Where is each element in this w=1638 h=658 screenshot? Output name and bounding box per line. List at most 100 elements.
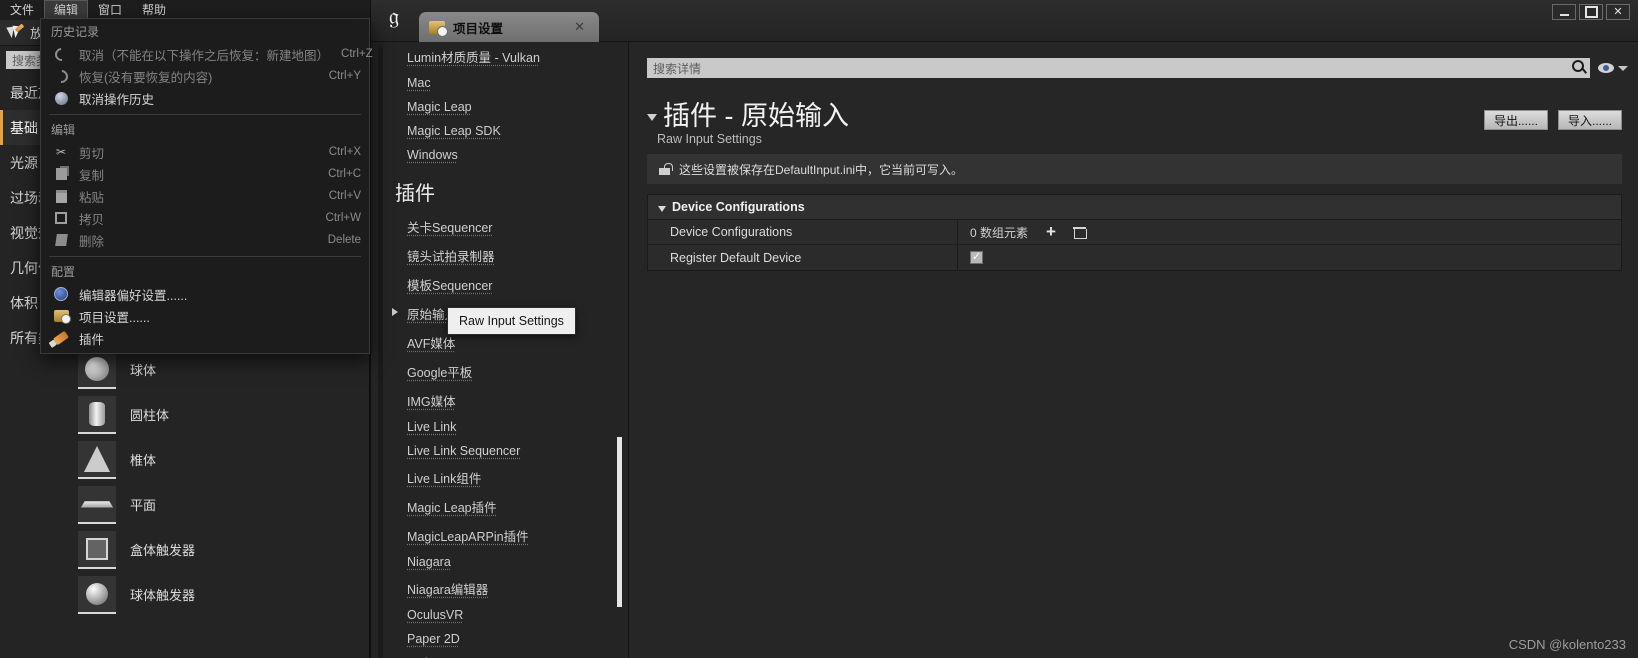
nav-item-niagara-editor[interactable]: Niagara编辑器 xyxy=(389,574,616,603)
property-category-header[interactable]: Device Configurations xyxy=(648,195,1621,220)
menu-item-redo[interactable]: 恢复(没有要恢复的内容) Ctrl+Y xyxy=(41,65,369,87)
close-button[interactable]: ✕ xyxy=(1606,4,1630,20)
menu-edit[interactable]: 编辑 xyxy=(44,0,89,20)
asset-label: 圆柱体 xyxy=(130,408,170,423)
details-search-row: 搜索详情 xyxy=(647,58,1628,78)
nav-item-magic-leap[interactable]: Magic Leap xyxy=(389,95,616,119)
nav-item-template-sequencer[interactable]: 模板Sequencer xyxy=(389,270,616,299)
close-icon[interactable]: ✕ xyxy=(568,19,591,35)
maximize-button[interactable] xyxy=(1579,4,1603,20)
nav-item-live-link-component[interactable]: Live Link组件 xyxy=(389,463,616,492)
menu-item-plugins[interactable]: 插件 xyxy=(41,327,369,349)
menu-item-label: 恢复(没有要恢复的内容) xyxy=(79,70,213,85)
menu-item-editor-preferences[interactable]: 编辑器偏好设置...... xyxy=(41,283,369,305)
page-title-label: 插件 - 原始输入 xyxy=(663,101,849,131)
asset-label: 平面 xyxy=(130,498,157,513)
chevron-down-icon xyxy=(1618,65,1628,71)
nav-item-google-tablet[interactable]: Google平板 xyxy=(389,357,616,386)
menu-window[interactable]: 窗口 xyxy=(88,0,132,20)
export-button[interactable]: 导出...... xyxy=(1483,110,1548,130)
sphere-trigger-thumbnail xyxy=(78,575,116,614)
chevron-down-icon xyxy=(658,206,666,212)
nav-item-level-sequencer[interactable]: 关卡Sequencer xyxy=(389,212,616,241)
nav-item-live-link[interactable]: Live Link xyxy=(389,415,616,439)
menu-section-edit: 编辑 xyxy=(51,123,76,137)
menu-item-shortcut: Ctrl+V xyxy=(328,190,361,202)
menu-item-undo-history[interactable]: 取消操作历史 xyxy=(41,87,369,109)
list-item[interactable]: 盒体触发器 xyxy=(70,527,369,572)
array-element-count: 0 数组元素 xyxy=(970,225,1029,240)
nav-item-take-recorder[interactable]: 镜头试拍录制器 xyxy=(389,241,616,270)
chevron-down-icon[interactable] xyxy=(647,114,657,121)
menu-item-undo[interactable]: 取消（不能在以下操作之后恢复：新建地图） Ctrl+Z xyxy=(41,43,373,65)
nav-item-mac[interactable]: Mac xyxy=(389,71,616,95)
menu-item-shortcut: Ctrl+W xyxy=(325,212,361,224)
menu-item-shortcut: Ctrl+X xyxy=(328,146,361,158)
cone-thumbnail xyxy=(78,440,116,479)
tab-project-settings[interactable]: 项目设置 ✕ xyxy=(419,12,599,42)
page-subtitle: Raw Input Settings xyxy=(657,132,762,146)
watermark: CSDN @kolento233 xyxy=(1508,637,1626,652)
add-element-icon[interactable]: + xyxy=(1046,223,1056,240)
nav-item-live-link-sequencer[interactable]: Live Link Sequencer xyxy=(389,439,616,463)
menu-section-configuration: 配置 xyxy=(51,265,76,279)
menu-item-duplicate[interactable]: 拷贝 Ctrl+W xyxy=(41,207,369,229)
properties-table: Device Configurations Device Configurati… xyxy=(647,194,1622,271)
menu-help[interactable]: 帮助 xyxy=(132,0,176,20)
import-button[interactable]: 导入...... xyxy=(1557,110,1622,130)
window-titlebar[interactable]: 𝔤 项目设置 ✕ ✕ xyxy=(371,0,1638,42)
duplicate-icon xyxy=(51,210,71,226)
nav-item-magicleaparpin-plugin[interactable]: MagicLeapARPin插件 xyxy=(389,521,616,550)
nav-scrollbar-track[interactable] xyxy=(378,42,383,658)
property-value-cell: ✓ xyxy=(958,245,1621,270)
menu-item-label: 取消操作历史 xyxy=(79,92,155,107)
register-default-device-checkbox[interactable]: ✓ xyxy=(970,251,983,264)
window-controls: ✕ xyxy=(1552,4,1630,20)
nav-item-paper-2d[interactable]: Paper 2D xyxy=(389,627,616,651)
nav-item-python[interactable]: Python xyxy=(389,651,616,658)
menu-item-delete[interactable]: 删除 Delete xyxy=(41,229,369,251)
menu-divider xyxy=(49,256,361,257)
nav-item-magic-leap-sdk[interactable]: Magic Leap SDK xyxy=(389,119,616,143)
tab-label: 项目设置 xyxy=(453,21,504,36)
asset-label: 盒体触发器 xyxy=(130,543,196,558)
nav-item-magic-leap-plugin[interactable]: Magic Leap插件 xyxy=(389,492,616,521)
editor-preferences-icon xyxy=(51,286,71,302)
menu-item-project-settings[interactable]: 项目设置...... xyxy=(41,305,369,327)
unlock-icon xyxy=(659,163,673,175)
eye-icon xyxy=(1598,63,1614,73)
chevron-right-icon[interactable] xyxy=(392,308,398,316)
list-item[interactable]: 平面 xyxy=(70,482,369,527)
asset-label: 椎体 xyxy=(130,453,157,468)
menu-item-label: 剪切 xyxy=(79,146,105,161)
delete-all-icon[interactable] xyxy=(1072,226,1087,239)
menu-item-copy[interactable]: 复制 Ctrl+C xyxy=(41,163,369,185)
redo-icon xyxy=(51,66,71,86)
minimize-button[interactable] xyxy=(1552,4,1576,20)
nav-item-windows[interactable]: Windows xyxy=(389,143,616,167)
nav-scrollbar-thumb[interactable] xyxy=(617,437,622,607)
nav-top-fade xyxy=(371,42,628,50)
table-row: Register Default Device ✓ xyxy=(648,245,1621,270)
menu-item-label: 删除 xyxy=(79,234,105,249)
nav-tooltip: Raw Input Settings xyxy=(447,307,576,335)
list-item[interactable]: 球体触发器 xyxy=(70,572,369,617)
nav-item-img-media[interactable]: IMG媒体 xyxy=(389,386,616,415)
menu-item-paste[interactable]: 粘贴 Ctrl+V xyxy=(41,185,369,207)
asset-label: 球体 xyxy=(130,363,157,378)
menu-file[interactable]: 文件 xyxy=(0,0,44,20)
menu-item-cut[interactable]: ✂ 剪切 Ctrl+X xyxy=(41,141,369,163)
property-category-label: Device Configurations xyxy=(672,200,805,214)
nav-item-niagara[interactable]: Niagara xyxy=(389,550,616,574)
settings-file-notice: 这些设置被保存在DefaultInput.ini中，它当前可写入。 xyxy=(647,154,1622,184)
project-settings-icon xyxy=(51,308,71,324)
details-search-input[interactable]: 搜索详情 xyxy=(647,58,1590,78)
list-item[interactable]: 圆柱体 xyxy=(70,392,369,437)
menu-item-shortcut: Ctrl+Y xyxy=(328,70,361,82)
nav-item-oculusvr[interactable]: OculusVR xyxy=(389,603,616,627)
menu-item-shortcut: Delete xyxy=(327,234,361,246)
view-options-button[interactable] xyxy=(1598,63,1628,73)
menu-bar: 文件 编辑 窗口 帮助 xyxy=(0,0,370,20)
plugins-icon xyxy=(51,330,71,346)
list-item[interactable]: 椎体 xyxy=(70,437,369,482)
